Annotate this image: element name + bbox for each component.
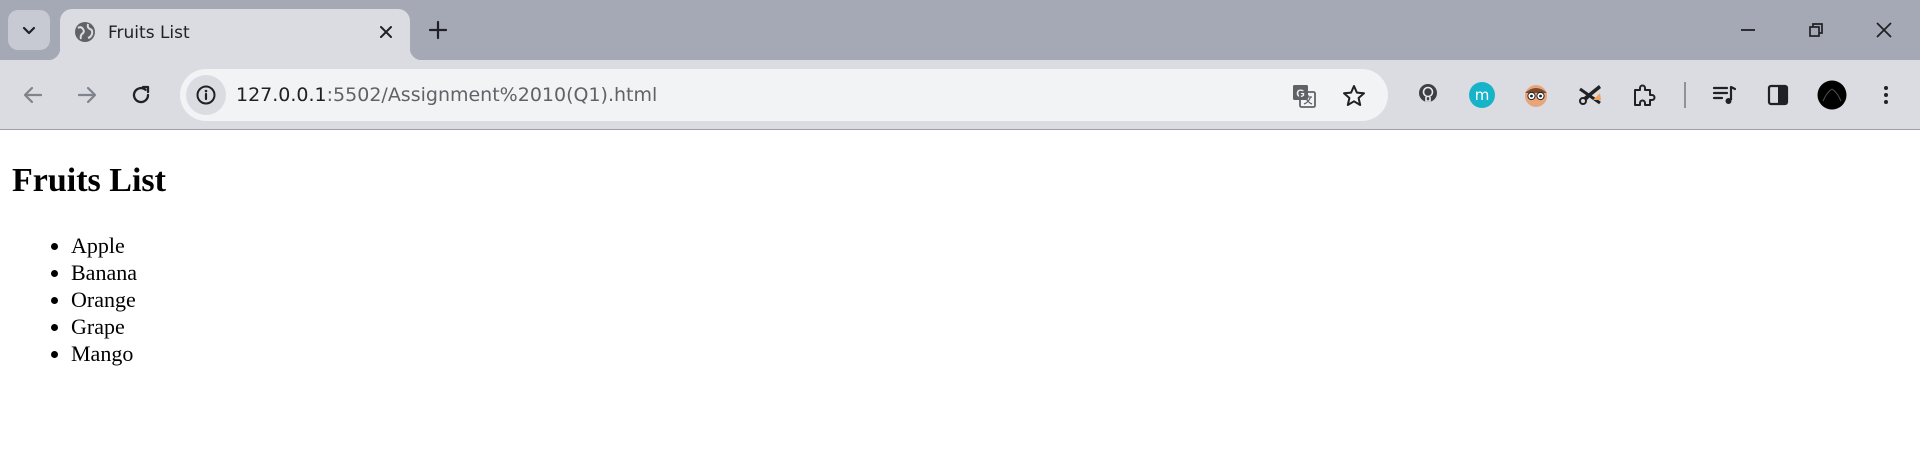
side-panel-icon: [1767, 84, 1789, 106]
address-bar[interactable]: 127.0.0.1:5502/Assignment%2010(Q1).html …: [180, 69, 1388, 121]
globe-icon: [75, 22, 95, 42]
chevron-down-icon: [22, 26, 36, 35]
url-path: :5502/Assignment%2010(Q1).html: [326, 84, 658, 106]
m-extension-button[interactable]: m: [1466, 79, 1498, 111]
face-extension-icon: [1525, 85, 1547, 107]
close-icon: [1876, 22, 1892, 38]
list-item: Orange: [51, 287, 136, 312]
tab-search-button[interactable]: [8, 10, 50, 50]
side-panel-button[interactable]: [1762, 79, 1794, 111]
page-heading: Fruits List: [12, 162, 166, 199]
scissors-extension-icon: [1579, 85, 1601, 105]
tab-title: Fruits List: [108, 23, 190, 43]
puzzle-extensions-icon: [1634, 84, 1656, 106]
svg-text:m: m: [1475, 86, 1490, 104]
minimize-icon: [1741, 29, 1755, 31]
toolbar-divider: [1684, 82, 1686, 108]
list-item: Grape: [51, 313, 137, 340]
face-extension-button[interactable]: [1520, 79, 1552, 111]
info-icon: [196, 85, 216, 105]
bookmark-button[interactable]: [1340, 82, 1368, 110]
extensions-button[interactable]: [1628, 79, 1660, 111]
list-item: Mango: [51, 340, 137, 367]
minimize-button[interactable]: [1732, 14, 1764, 46]
url-text[interactable]: 127.0.0.1:5502/Assignment%2010(Q1).html: [236, 82, 657, 108]
site-info-button[interactable]: [186, 75, 226, 115]
close-window-button[interactable]: [1868, 14, 1900, 46]
profile-button[interactable]: [1816, 79, 1848, 111]
arrow-left-icon: [23, 86, 43, 104]
star-icon: [1343, 85, 1365, 106]
list-item: Apple: [51, 232, 137, 259]
more-vertical-icon: [1884, 86, 1888, 104]
google-translate-icon: G: [1293, 85, 1316, 108]
active-tab[interactable]: Fruits List: [48, 9, 422, 60]
forward-button[interactable]: [72, 80, 102, 110]
avatar: [1817, 80, 1847, 110]
arrow-right-icon: [77, 86, 97, 104]
lightbulb-extension-button[interactable]: [1412, 79, 1444, 111]
lightbulb-extension-icon: [1419, 84, 1437, 102]
tab-strip: Fruits List: [0, 0, 1920, 60]
restore-icon: [1809, 23, 1823, 37]
reload-button[interactable]: [126, 80, 156, 110]
scissors-extension-button[interactable]: [1574, 79, 1606, 111]
url-host: 127.0.0.1: [236, 84, 327, 106]
list-item: Banana: [51, 260, 137, 285]
back-button[interactable]: [18, 80, 48, 110]
reload-icon: [132, 85, 150, 104]
fruits-list: Apple Banana Orange Grape Mango: [51, 232, 137, 367]
browser-menu-button[interactable]: [1870, 79, 1902, 111]
page-content: Fruits List Apple Banana Orange Grape Ma…: [0, 131, 1920, 455]
playlist-music-icon: [1712, 85, 1737, 104]
translate-button[interactable]: G: [1290, 82, 1318, 110]
m-extension-icon: m: [1469, 82, 1495, 108]
browser-toolbar: 127.0.0.1:5502/Assignment%2010(Q1).html …: [0, 60, 1920, 130]
new-tab-plus-icon[interactable]: [424, 16, 452, 44]
close-tab-icon[interactable]: [376, 22, 396, 42]
restore-button[interactable]: [1800, 14, 1832, 46]
media-controls-button[interactable]: [1708, 79, 1740, 111]
